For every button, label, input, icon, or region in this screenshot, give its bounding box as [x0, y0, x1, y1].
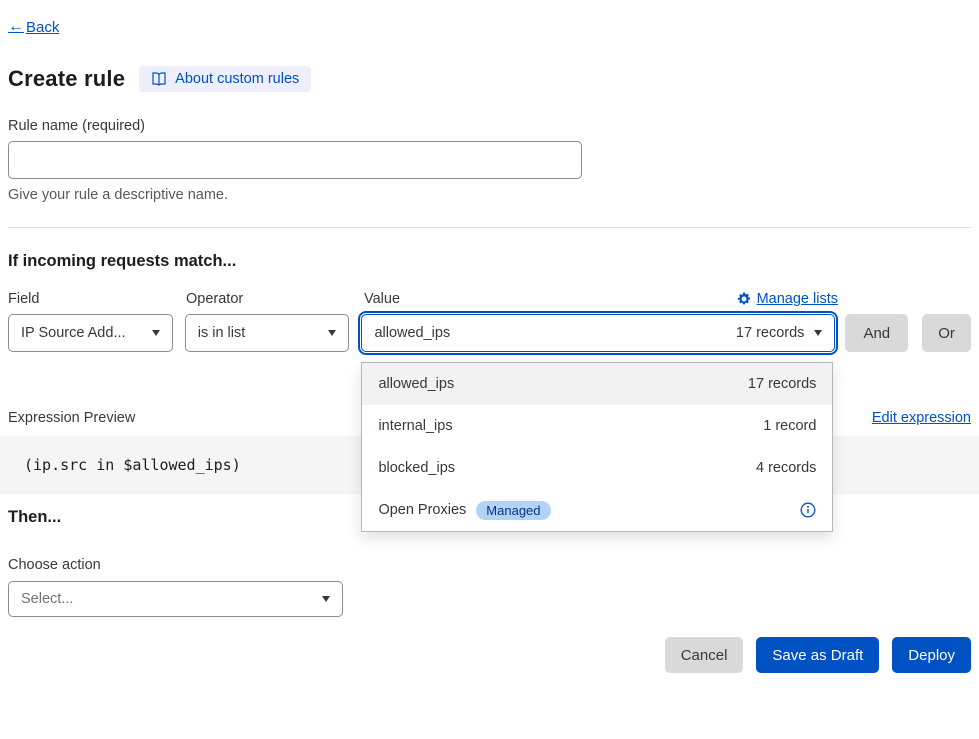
page-title: Create rule — [8, 66, 125, 92]
info-icon[interactable] — [800, 502, 816, 518]
field-select[interactable]: IP Source Add... — [8, 314, 173, 352]
edit-expression-link[interactable]: Edit expression — [872, 410, 971, 426]
match-labels-row: Field Operator Value Manage lists — [8, 291, 971, 307]
create-rule-page: ← Back Create rule About custom rules Ru… — [0, 0, 979, 739]
chevron-down-icon — [814, 330, 822, 336]
value-select[interactable]: allowed_ips 17 records — [361, 314, 835, 352]
value-select-records: 17 records — [736, 325, 805, 341]
operator-label: Operator — [186, 291, 352, 307]
rule-name-helper: Give your rule a descriptive name. — [8, 187, 971, 203]
match-controls-row: IP Source Add... is in list allowed_ips … — [8, 314, 971, 352]
about-custom-rules-label: About custom rules — [175, 71, 299, 87]
manage-lists-link[interactable]: Manage lists — [737, 291, 838, 307]
deploy-button[interactable]: Deploy — [892, 637, 971, 673]
action-select-placeholder: Select... — [21, 591, 73, 607]
footer-actions: Cancel Save as Draft Deploy — [8, 637, 971, 673]
list-item-blocked-ips[interactable]: blocked_ips 4 records — [362, 447, 832, 489]
gear-icon — [737, 292, 751, 306]
list-item-internal-ips[interactable]: internal_ips 1 record — [362, 405, 832, 447]
expression-preview-label: Expression Preview — [8, 410, 135, 426]
operator-select[interactable]: is in list — [185, 314, 350, 352]
value-select-wrap: allowed_ips 17 records allowed_ips 17 re… — [361, 314, 835, 352]
field-label: Field — [8, 291, 174, 307]
back-link[interactable]: ← Back — [8, 18, 59, 36]
operator-select-value: is in list — [198, 325, 246, 341]
list-item-name: Open Proxies — [378, 502, 466, 518]
or-button[interactable]: Or — [922, 314, 971, 352]
section-divider — [8, 227, 971, 228]
managed-badge: Managed — [476, 501, 550, 520]
back-arrow-icon: ← — [8, 18, 24, 36]
list-item-allowed-ips[interactable]: allowed_ips 17 records — [362, 363, 832, 405]
save-as-draft-button[interactable]: Save as Draft — [756, 637, 879, 673]
back-label: Back — [26, 19, 59, 36]
list-item-open-proxies[interactable]: Open Proxies Managed — [362, 489, 832, 531]
about-custom-rules-link[interactable]: About custom rules — [139, 66, 311, 92]
list-item-name: blocked_ips — [378, 460, 455, 476]
value-dropdown-menu: allowed_ips 17 records internal_ips 1 re… — [361, 362, 833, 532]
cancel-button[interactable]: Cancel — [665, 637, 744, 673]
title-row: Create rule About custom rules — [8, 66, 971, 92]
book-icon — [151, 71, 167, 87]
list-item-records: 4 records — [756, 460, 816, 476]
chevron-down-icon — [328, 330, 336, 336]
manage-lists-label: Manage lists — [757, 291, 838, 307]
choose-action-label: Choose action — [8, 557, 971, 573]
field-select-value: IP Source Add... — [21, 325, 126, 341]
rule-name-label: Rule name (required) — [8, 118, 971, 134]
expression-code: (ip.src in $allowed_ips) — [24, 456, 241, 474]
match-section-heading: If incoming requests match... — [8, 252, 971, 271]
chevron-down-icon — [152, 330, 160, 336]
value-select-value: allowed_ips — [374, 325, 450, 341]
and-button[interactable]: And — [845, 314, 908, 352]
list-item-records: 17 records — [748, 376, 817, 392]
list-item-name: allowed_ips — [378, 376, 454, 392]
list-item-name: internal_ips — [378, 418, 452, 434]
rule-name-input[interactable] — [8, 141, 582, 179]
chevron-down-icon — [322, 596, 330, 602]
value-label: Value — [364, 291, 400, 307]
action-select[interactable]: Select... — [8, 581, 343, 617]
list-item-records: 1 record — [763, 418, 816, 434]
